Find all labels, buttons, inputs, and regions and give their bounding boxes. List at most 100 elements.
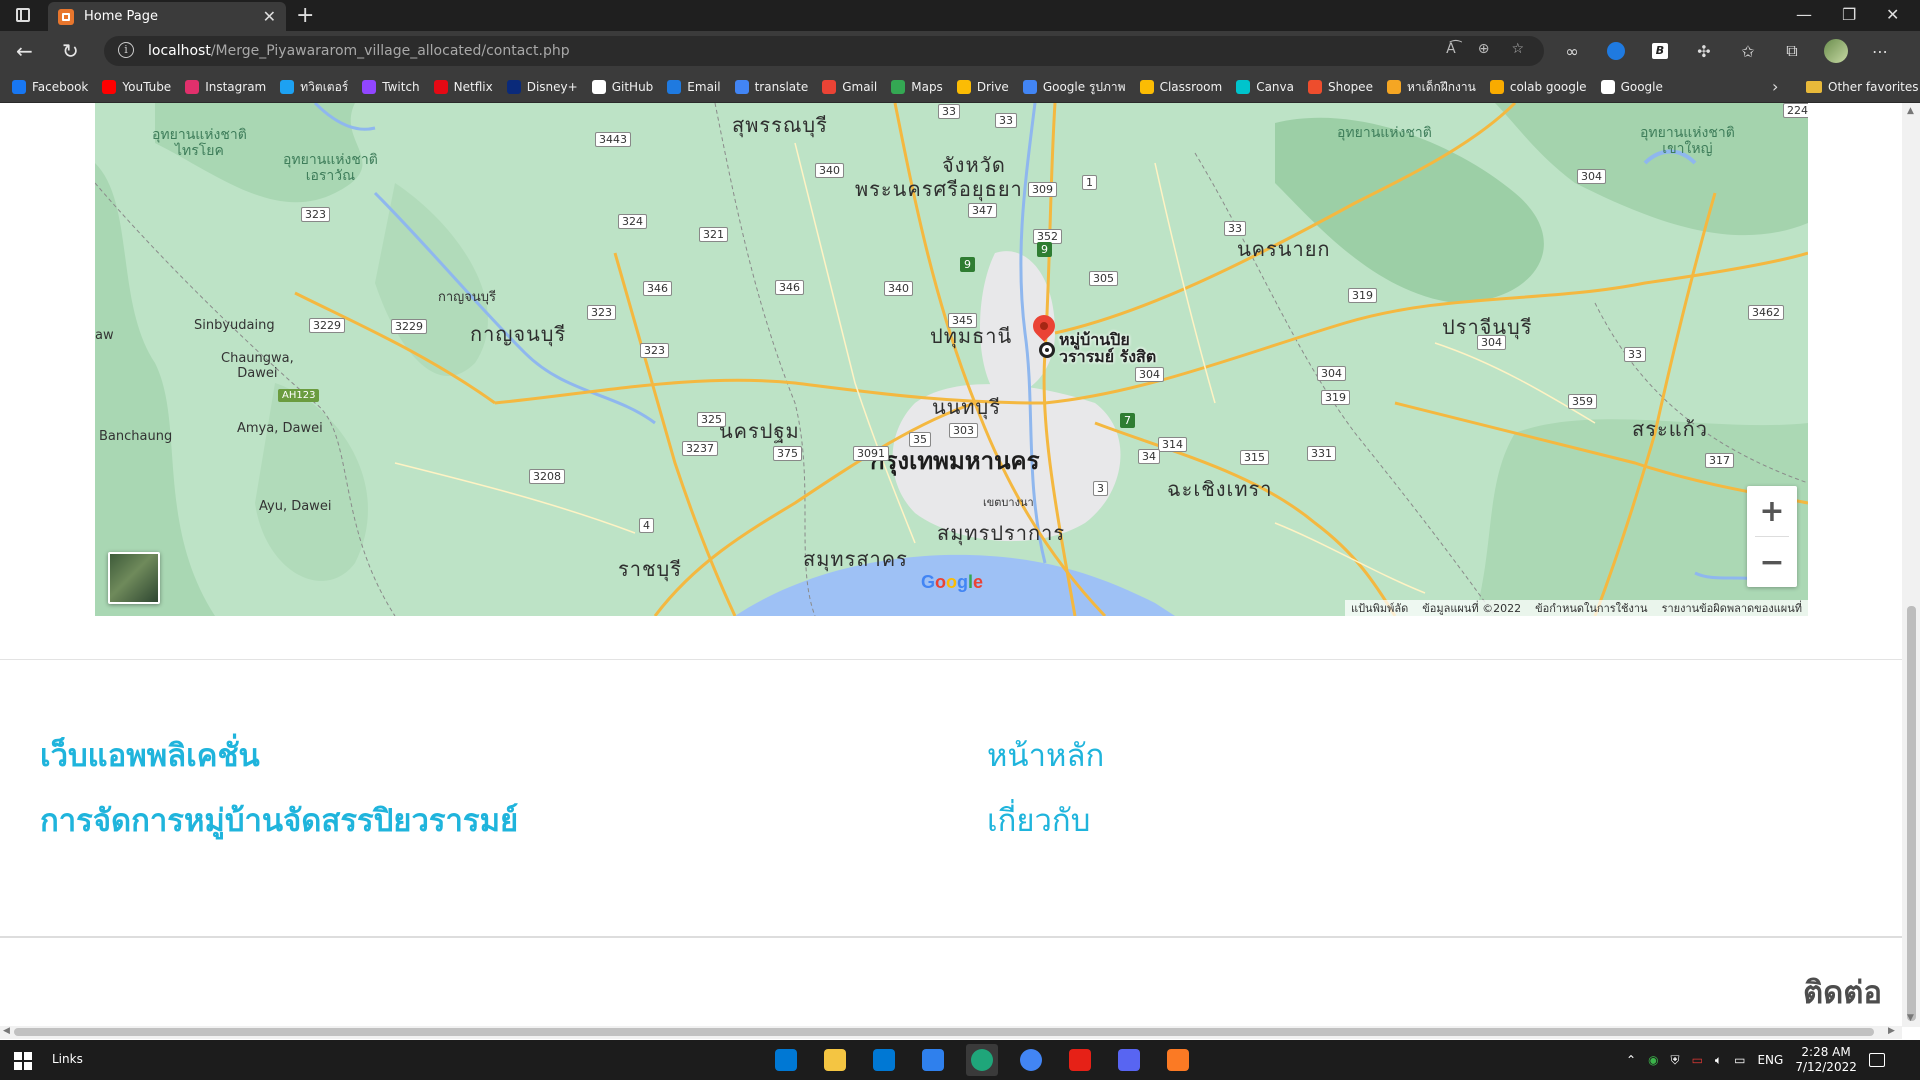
read-aloud-icon[interactable]: A͡: [1446, 41, 1456, 57]
file-explorer-taskbar-icon[interactable]: [819, 1044, 851, 1076]
extensions-icon[interactable]: ✣: [1692, 39, 1716, 63]
refresh-icon[interactable]: ↻: [62, 39, 79, 63]
route-shield: 304: [1477, 335, 1506, 350]
tray-clock[interactable]: 2:28 AM 7/12/2022: [1795, 1045, 1857, 1075]
bookmark-favicon-icon: [591, 80, 606, 94]
scroll-right-icon[interactable]: ▶: [1888, 1026, 1895, 1036]
extension-b-icon[interactable]: B: [1648, 39, 1672, 63]
zoom-in-button[interactable]: +: [1747, 486, 1797, 536]
horizontal-scrollbar[interactable]: ◀ ▶: [0, 1026, 1902, 1039]
bookmark-item[interactable]: Instagram: [185, 80, 266, 94]
bookmark-favicon-icon: [1022, 80, 1037, 94]
favorites-icon[interactable]: ✩: [1736, 39, 1760, 63]
bookmarks-overflow-icon[interactable]: ›: [1772, 77, 1778, 96]
bookmark-item[interactable]: Twitch: [362, 80, 420, 94]
bookmark-item[interactable]: GitHub: [591, 80, 653, 94]
bookmark-favicon-icon: [667, 80, 682, 94]
bookmark-item[interactable]: Classroom: [1139, 80, 1222, 94]
minimize-icon[interactable]: —: [1796, 5, 1812, 24]
close-tab-icon[interactable]: ✕: [263, 7, 276, 26]
restore-icon[interactable]: ❐: [1842, 5, 1856, 24]
map-terms-link[interactable]: ข้อกำหนดในการใช้งาน: [1535, 599, 1647, 616]
bookmark-item[interactable]: translate: [734, 80, 808, 94]
map-place-label[interactable]: หมู่บ้านปิย วรารมย์ รังสิต: [1059, 331, 1156, 365]
bookmark-item[interactable]: ทวิตเตอร์: [280, 78, 348, 97]
bookmark-favicon-icon: [956, 80, 971, 94]
xampp-taskbar-icon[interactable]: [1162, 1044, 1194, 1076]
microsoft-edge-taskbar-icon[interactable]: [966, 1044, 998, 1076]
bookmark-item[interactable]: Netflix: [433, 80, 493, 94]
footer-link-home[interactable]: หน้าหลัก: [987, 730, 1104, 780]
scroll-up-icon[interactable]: ▲: [1907, 106, 1914, 116]
map-report-error-link[interactable]: รายงานข้อผิดพลาดของแผนที่: [1662, 599, 1802, 616]
tray-security-icon[interactable]: ◉: [1648, 1053, 1658, 1067]
bookmark-item[interactable]: Email: [667, 80, 721, 94]
url-text[interactable]: localhost/Merge_Piyawararom_village_allo…: [148, 43, 570, 59]
bookmark-item[interactable]: YouTube: [102, 80, 171, 94]
extension-glasses-icon[interactable]: ∞: [1560, 39, 1584, 63]
windows-start-icon[interactable]: [14, 1052, 32, 1070]
tray-network-icon[interactable]: ▭: [1734, 1053, 1745, 1067]
notifications-icon[interactable]: [1868, 1053, 1885, 1067]
map-keyboard-shortcuts-link[interactable]: แป้นพิมพ์ลัด: [1351, 599, 1408, 616]
scroll-left-icon[interactable]: ◀: [3, 1026, 10, 1036]
google-map-embed[interactable]: อุทยานแห่งชาติ ไทรโยค อุทยานแห่งชาติ เอราว…: [95, 103, 1808, 616]
zoom-icon[interactable]: ⊕: [1478, 41, 1490, 57]
tab-home-page[interactable]: Home Page ✕: [48, 2, 286, 31]
zoom-out-button[interactable]: −: [1747, 537, 1797, 587]
google-chrome-taskbar-icon[interactable]: [1015, 1044, 1047, 1076]
other-favorites-button[interactable]: Other favorites: [1806, 71, 1919, 103]
back-icon[interactable]: ←: [16, 39, 33, 63]
bookmark-item[interactable]: Shopee: [1308, 80, 1373, 94]
xampp-favicon-icon: [58, 8, 74, 25]
bookmark-item[interactable]: Canva: [1236, 80, 1294, 94]
url-field[interactable]: i localhost/Merge_Piyawararom_village_al…: [104, 36, 1544, 66]
bookmark-item[interactable]: Gmail: [822, 80, 877, 94]
tray-overflow-icon[interactable]: ⌃: [1626, 1053, 1636, 1067]
bookmark-item[interactable]: Drive: [956, 80, 1009, 94]
new-tab-icon[interactable]: +: [296, 3, 314, 28]
app-glyph-icon: [1020, 1049, 1042, 1071]
scroll-down-icon[interactable]: ▼: [1907, 1013, 1914, 1023]
route-shield: 340: [815, 163, 844, 178]
route-shield: 9: [1037, 242, 1052, 257]
vertical-scrollbar[interactable]: ▲ ▼: [1902, 103, 1920, 1027]
discord-taskbar-icon[interactable]: [1113, 1044, 1145, 1076]
add-favorite-icon[interactable]: ☆: [1511, 41, 1524, 57]
route-shield: 319: [1348, 288, 1377, 303]
bookmark-label: Maps: [911, 80, 943, 94]
tray-volume-icon[interactable]: 🔈︎: [1715, 1053, 1722, 1068]
site-info-icon[interactable]: i: [118, 42, 134, 58]
bookmark-label: Netflix: [453, 80, 493, 94]
vertical-scroll-thumb[interactable]: [1907, 606, 1916, 1021]
bookmark-item[interactable]: Maps: [891, 80, 943, 94]
youtube-music-taskbar-icon[interactable]: [1064, 1044, 1096, 1076]
settings-more-icon[interactable]: ⋯: [1868, 39, 1892, 63]
bookmark-item[interactable]: Facebook: [12, 80, 88, 94]
bookmark-item[interactable]: Disney+: [506, 80, 578, 94]
satellite-toggle-button[interactable]: [108, 552, 160, 604]
collections-icon[interactable]: ⧉: [1780, 39, 1804, 63]
bookmark-favicon-icon: [822, 80, 837, 94]
tray-language[interactable]: ENG: [1757, 1053, 1783, 1067]
close-window-icon[interactable]: ✕: [1886, 5, 1899, 24]
bookmark-item[interactable]: Google รูปภาพ: [1022, 78, 1126, 97]
horizontal-scroll-thumb[interactable]: [14, 1028, 1874, 1036]
microsoft-store-taskbar-icon[interactable]: [770, 1044, 802, 1076]
bookmark-label: Google รูปภาพ: [1042, 79, 1126, 94]
bookmark-item[interactable]: หาเด็กฝึกงาน: [1386, 78, 1476, 97]
visual-studio-code-taskbar-icon[interactable]: [917, 1044, 949, 1076]
place-marker-icon[interactable]: [1039, 342, 1055, 358]
bookmark-favicon-icon: [891, 80, 906, 94]
profile-avatar[interactable]: [1824, 39, 1848, 63]
tab-actions-icon[interactable]: [16, 8, 30, 22]
tray-battery-icon[interactable]: ▭: [1692, 1053, 1703, 1067]
footer-link-about[interactable]: เกี่ยวกับ: [987, 795, 1090, 845]
mail-taskbar-icon[interactable]: [868, 1044, 900, 1076]
tray-shield-icon[interactable]: ⛨: [1671, 1053, 1680, 1068]
taskbar-links-toolbar[interactable]: Links: [52, 1052, 83, 1066]
clock-date: 7/12/2022: [1795, 1060, 1857, 1074]
extension-blue-icon[interactable]: [1604, 39, 1628, 63]
bookmark-item[interactable]: Google: [1600, 80, 1663, 94]
bookmark-item[interactable]: colab google: [1489, 80, 1587, 94]
